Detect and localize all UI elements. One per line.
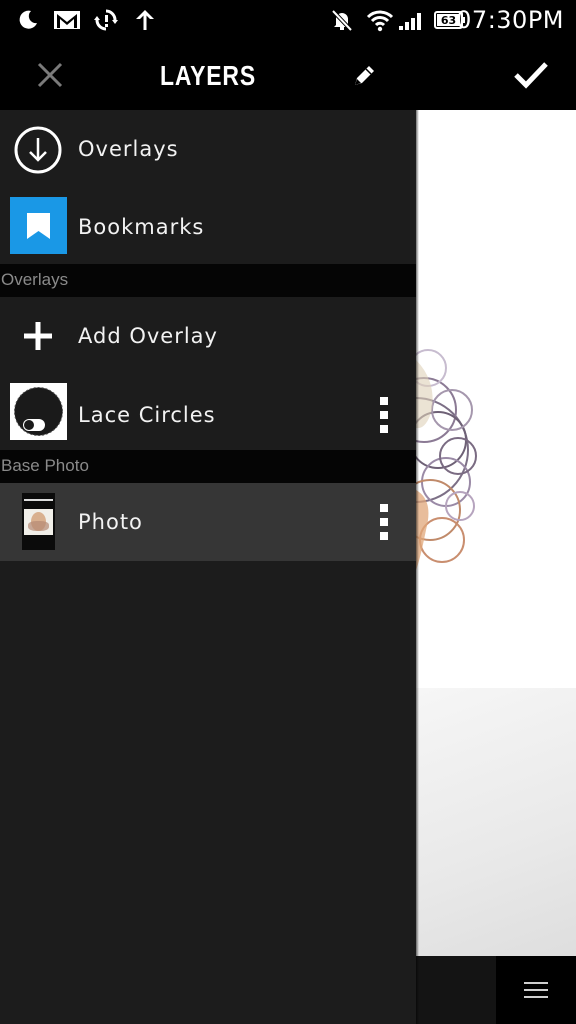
layers-drawer: LAYERS Overlays Bookmarks Overlays Add O… (0, 40, 416, 1024)
photo-canvas[interactable] (416, 110, 576, 688)
lace-thumbnail-icon (14, 387, 63, 436)
bookmark-tile (10, 197, 67, 254)
section-header-overlays: Overlays (0, 264, 416, 297)
muted-bell-icon (331, 9, 353, 32)
checkmark-icon[interactable] (514, 60, 548, 90)
section-header-base-photo: Base Photo (0, 450, 416, 483)
add-overlay-button[interactable]: Add Overlay (0, 297, 416, 375)
layer-thumbnail (10, 383, 67, 440)
layer-label: Photo (78, 510, 143, 534)
layer-options-icon[interactable] (379, 504, 389, 546)
status-bar: 63 07:30PM (0, 0, 576, 40)
menu-item-overlays[interactable]: Overlays (0, 110, 416, 188)
layer-label: Lace Circles (78, 403, 216, 427)
menu-item-bookmarks[interactable]: Bookmarks (0, 190, 416, 264)
drawer-shadow (416, 40, 419, 1024)
battery-level: 63 (441, 14, 456, 27)
gmail-icon (54, 11, 80, 29)
wifi-icon (366, 10, 394, 32)
section-label: Overlays (1, 270, 69, 289)
layer-row-photo[interactable]: Photo (0, 483, 416, 561)
menu-button[interactable] (496, 956, 576, 1024)
lace-overlay-preview (416, 349, 477, 570)
canvas-background (416, 688, 576, 956)
hamburger-menu-icon[interactable] (524, 980, 548, 1000)
pencil-icon[interactable] (351, 63, 377, 89)
layer-options-icon[interactable] (379, 397, 389, 439)
section-label: Base Photo (1, 456, 89, 475)
add-overlay-label: Add Overlay (78, 324, 218, 348)
clock: 07:30PM (456, 6, 564, 34)
download-circle-icon (14, 126, 62, 174)
upload-arrow-icon (136, 10, 154, 30)
drawer-title: LAYERS (160, 60, 256, 91)
moon-icon (19, 10, 37, 29)
editor-toolbar (416, 40, 576, 110)
sync-icon (94, 9, 118, 31)
menu-item-label: Overlays (78, 137, 179, 161)
drawer-header: LAYERS (0, 40, 416, 110)
signal-icon (399, 13, 421, 30)
menu-item-label: Bookmarks (78, 215, 205, 239)
layer-row-lace-circles[interactable]: Lace Circles (0, 377, 416, 450)
photo-thumbnail (22, 493, 55, 550)
bookmark-icon (27, 213, 50, 239)
plus-icon (24, 322, 52, 350)
